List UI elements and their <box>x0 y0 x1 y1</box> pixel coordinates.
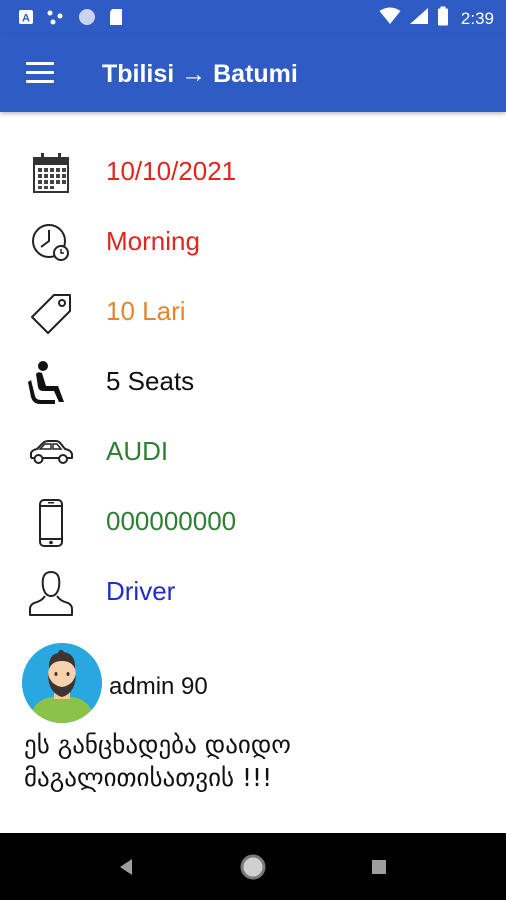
hamburger-menu-icon[interactable] <box>26 62 54 84</box>
battery-icon <box>437 6 449 31</box>
role-label: Driver <box>106 576 176 606</box>
trip-seats: 5 Seats <box>106 366 195 396</box>
clock-time: 2:39 <box>460 8 494 28</box>
circle-icon <box>78 8 96 31</box>
phone-icon <box>26 498 76 548</box>
seat-icon <box>26 358 76 408</box>
poster-info: admin 90 <box>22 643 502 723</box>
car-model: AUDI <box>106 436 169 466</box>
clock-icon <box>26 218 76 268</box>
home-icon[interactable] <box>237 851 269 883</box>
date-row: 10/10/2021 <box>0 142 506 202</box>
system-nav-bar <box>0 833 506 900</box>
price-tag-icon <box>26 288 76 338</box>
announcement-message: ეს განცხადება დაიდო მაგალითისათვის !!! <box>24 730 291 792</box>
phone-row: 000000000 <box>0 492 506 552</box>
signal-icon <box>409 7 429 30</box>
trip-price: 10 Lari <box>106 296 186 326</box>
car-row: AUDI <box>0 422 506 482</box>
svg-text:A: A <box>22 13 30 25</box>
car-icon <box>26 428 76 478</box>
poster-name: admin 90 <box>109 673 208 700</box>
driver-row: Driver <box>0 562 506 622</box>
seats-row: 5 Seats <box>0 352 506 412</box>
status-bar: A 2:39 <box>0 0 506 34</box>
wifi-icon <box>379 7 401 30</box>
time-row: Morning <box>0 212 506 272</box>
avatar[interactable] <box>22 643 102 723</box>
user-icon <box>26 568 76 618</box>
trip-date: 10/10/2021 <box>106 156 237 186</box>
sd-card-icon <box>108 8 124 31</box>
price-row: 10 Lari <box>0 282 506 342</box>
app-bar: Tbilisi → Batumi <box>0 34 506 112</box>
calendar-icon <box>26 148 76 198</box>
trip-time: Morning <box>106 226 200 256</box>
phone-number[interactable]: 000000000 <box>106 506 236 537</box>
back-icon[interactable] <box>110 851 142 883</box>
dots-icon <box>46 9 66 30</box>
text-a-icon: A <box>18 9 34 30</box>
page-title: Tbilisi → Batumi <box>102 60 298 88</box>
recents-icon[interactable] <box>363 851 395 883</box>
